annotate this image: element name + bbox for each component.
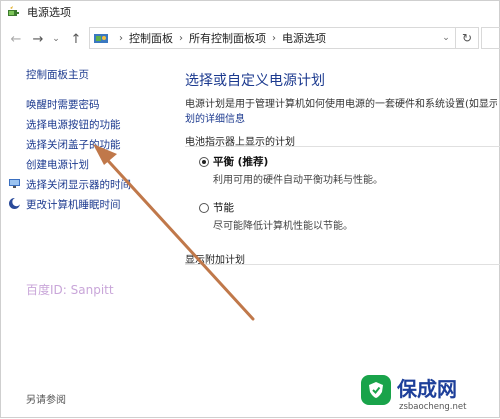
balanced-plan-radio[interactable]	[199, 157, 209, 167]
title-bar: 电源选项	[1, 1, 499, 23]
up-arrow-icon[interactable]: ↑	[67, 30, 85, 48]
main-content: 选择或自定义电源计划 电源计划是用于管理计算机如何使用电源的一套硬件和系统设置(…	[185, 53, 500, 419]
display-off-time-link[interactable]: 选择关闭显示器的时间	[26, 177, 131, 192]
see-also-heading: 另请参阅	[26, 395, 66, 406]
section-divider	[185, 264, 500, 265]
refresh-icon[interactable]: ↻	[455, 28, 478, 48]
address-controls: ⌄ ↻	[436, 28, 478, 48]
sleep-time-link[interactable]: 更改计算机睡眠时间	[26, 197, 121, 212]
search-box[interactable]	[481, 27, 500, 49]
breadcrumb-control-panel[interactable]: 控制面板	[129, 30, 173, 46]
display-settings-icon	[9, 179, 20, 188]
create-plan-link[interactable]: 创建电源计划	[26, 157, 89, 172]
plan-details-link[interactable]: 划的详细信息	[185, 110, 245, 125]
require-password-link[interactable]: 唤醒时需要密码	[26, 97, 100, 112]
logo-text: 保成网	[397, 377, 457, 401]
window-title: 电源选项	[27, 6, 71, 19]
breadcrumb-separator-icon: ›	[119, 32, 123, 44]
balanced-plan-description: 利用可用的硬件自动平衡功耗与性能。	[213, 175, 383, 186]
section-divider	[185, 146, 500, 147]
left-task-pane: 控制面板主页 唤醒时需要密码 选择电源按钮的功能 选择关闭盖子的功能 创建电源计…	[1, 53, 173, 419]
power-saver-plan-radio[interactable]	[199, 203, 209, 213]
balanced-plan-label[interactable]: 平衡 (推荐)	[213, 154, 268, 169]
power-saver-plan-description: 尽可能降低计算机性能以节能。	[213, 221, 353, 232]
logo-url: zsbaocheng.net	[399, 402, 467, 412]
breadcrumb-power-options[interactable]: 电源选项	[282, 30, 326, 46]
power-saver-plan-label[interactable]: 节能	[213, 200, 234, 215]
sleep-moon-icon	[9, 197, 21, 209]
site-logo: 保成网 zsbaocheng.net	[353, 371, 500, 419]
lid-close-link[interactable]: 选择关闭盖子的功能	[26, 137, 121, 152]
back-arrow-icon[interactable]: ←	[7, 30, 25, 48]
power-options-icon	[8, 6, 19, 16]
address-dropdown-chevron-icon[interactable]: ⌄	[436, 33, 455, 43]
page-description: 电源计划是用于管理计算机如何使用电源的一套硬件和系统设置(如显示	[185, 99, 497, 110]
control-panel-home-link[interactable]: 控制面板主页	[26, 67, 89, 82]
breadcrumb-separator-icon: ›	[179, 32, 183, 44]
power-button-link[interactable]: 选择电源按钮的功能	[26, 117, 121, 132]
control-panel-icon	[94, 34, 108, 43]
navigation-bar: ← → ⌄ ↑ › 控制面板 › 所有控制面板项 › 电源选项 ⌄ ↻	[1, 25, 499, 53]
recent-locations-chevron-icon[interactable]: ⌄	[47, 30, 65, 48]
breadcrumb-separator-icon: ›	[272, 32, 276, 44]
watermark-text: 百度ID: Sanpitt	[26, 283, 114, 297]
address-bar[interactable]: › 控制面板 › 所有控制面板项 › 电源选项 ⌄ ↻	[89, 27, 479, 49]
breadcrumb-all-items[interactable]: 所有控制面板项	[189, 30, 266, 46]
power-options-window: 电源选项 ← → ⌄ ↑ › 控制面板 › 所有控制面板项 › 电源选项 ⌄ ↻	[0, 0, 500, 418]
forward-arrow-icon[interactable]: →	[29, 30, 47, 48]
shield-logo-icon	[361, 375, 391, 405]
page-title: 选择或自定义电源计划	[185, 73, 325, 89]
